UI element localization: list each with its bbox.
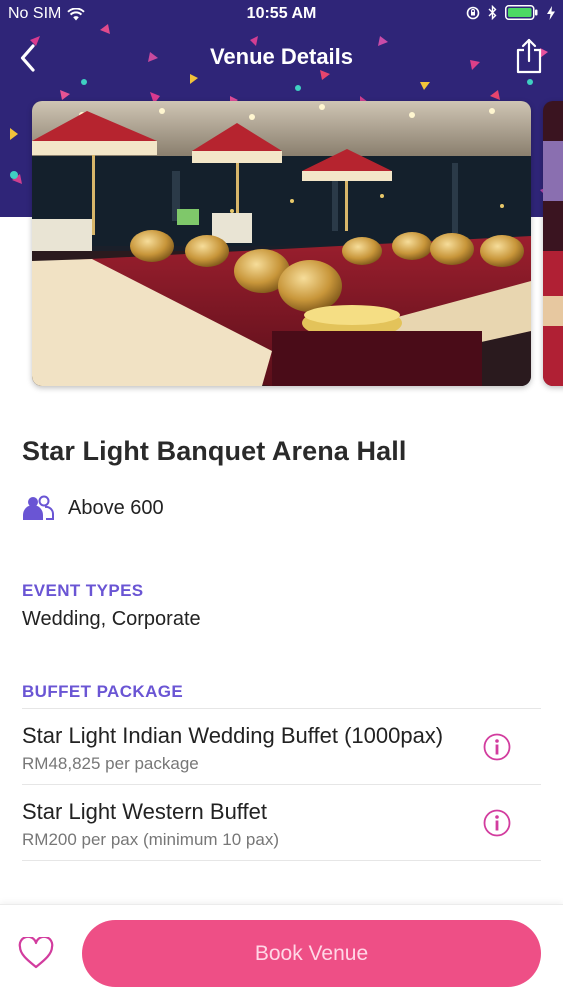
next-photo-preview <box>543 101 563 386</box>
bluetooth-icon <box>488 5 497 20</box>
banquet-hall-image <box>32 101 531 386</box>
capacity-info: Above 600 <box>22 495 164 521</box>
package-price: RM200 per pax (minimum 10 pax) <box>22 830 279 849</box>
package-name: Star Light Western Buffet <box>22 799 267 824</box>
people-icon <box>23 495 54 520</box>
event-types-label: EVENT TYPES <box>22 581 144 600</box>
orientation-lock-icon <box>466 6 480 19</box>
charging-icon <box>547 5 555 20</box>
info-icon[interactable] <box>483 733 511 761</box>
event-types-value: Wedding, Corporate <box>22 608 201 630</box>
next-venue-photo[interactable] <box>543 101 563 386</box>
share-icon <box>516 38 542 74</box>
share-button[interactable] <box>511 36 547 76</box>
capacity-text: Above 600 <box>68 496 164 519</box>
battery-icon <box>505 5 538 20</box>
package-name: Star Light Indian Wedding Buffet (1000pa… <box>22 723 444 748</box>
divider <box>22 860 541 861</box>
heart-icon <box>18 937 54 969</box>
book-venue-button[interactable]: Book Venue <box>82 920 541 987</box>
status-bar: No SIM 10:55 AM <box>0 0 563 30</box>
buffet-package-label: BUFFET PACKAGE <box>22 682 184 701</box>
package-price: RM48,825 per package <box>22 754 199 773</box>
buffet-package-item[interactable]: Star Light Western Buffet RM200 per pax … <box>22 784 541 860</box>
venue-name: Star Light Banquet Arena Hall <box>22 436 407 466</box>
info-icon[interactable] <box>483 809 511 837</box>
page-title: Venue Details <box>209 44 354 69</box>
favorite-button[interactable] <box>16 935 56 971</box>
nav-bar: Venue Details <box>0 30 563 86</box>
venue-photo[interactable] <box>32 101 531 386</box>
footer-bar: Book Venue <box>0 904 563 1000</box>
status-right <box>466 5 555 20</box>
buffet-package-item[interactable]: Star Light Indian Wedding Buffet (1000pa… <box>22 708 541 784</box>
